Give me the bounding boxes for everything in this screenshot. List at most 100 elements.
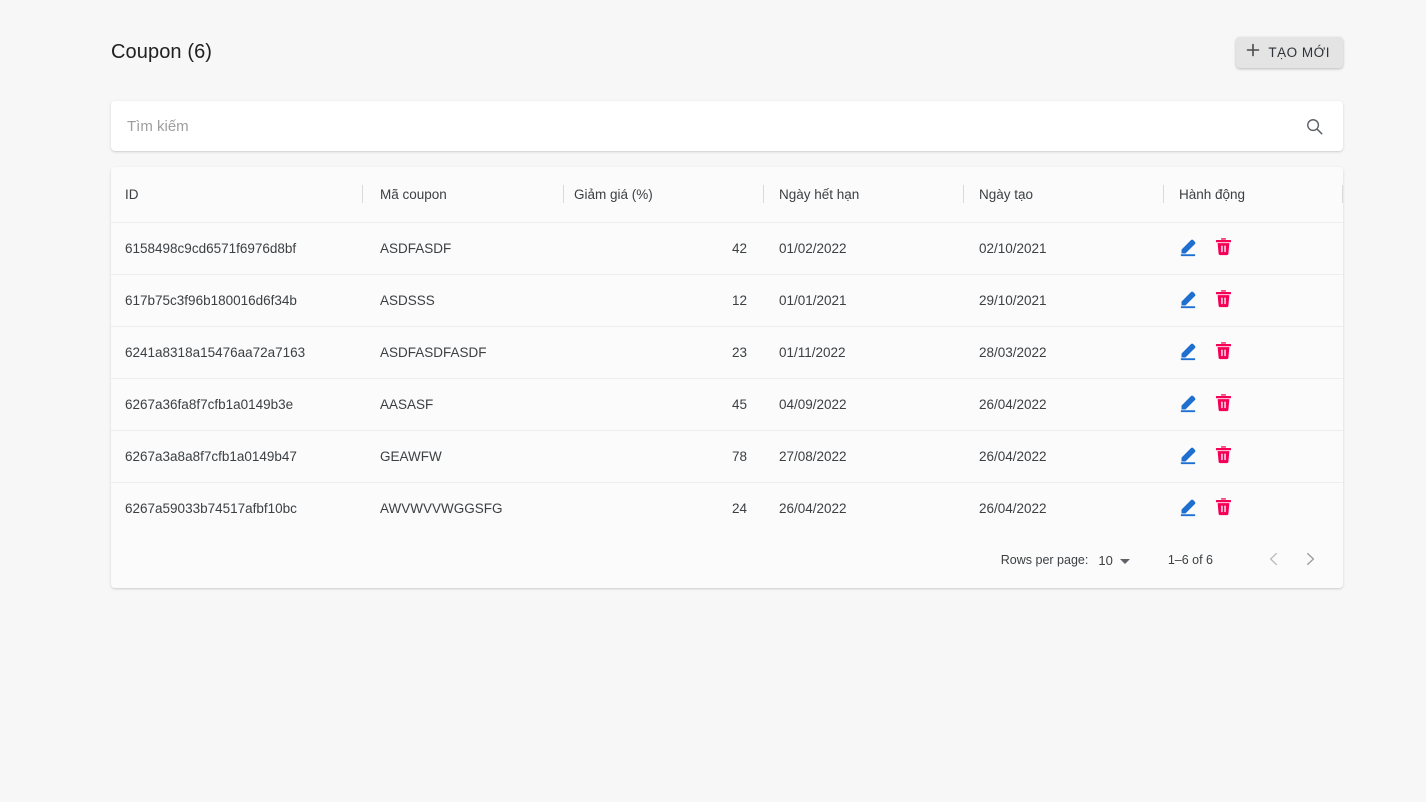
cell-code: ASDSSS xyxy=(363,274,564,326)
cell-discount: 24 xyxy=(564,482,764,534)
cell-id: 617b75c3f96b180016d6f34b xyxy=(111,274,363,326)
cell-expiry: 26/04/2022 xyxy=(764,482,964,534)
column-header-id[interactable]: ID xyxy=(111,167,363,222)
cell-discount: 12 xyxy=(564,274,764,326)
cell-actions xyxy=(1164,274,1343,326)
search-bar xyxy=(111,101,1343,151)
next-page-button[interactable] xyxy=(1295,545,1325,575)
chevron-down-icon xyxy=(1120,559,1130,564)
column-header-discount-label: Giảm giá (%) xyxy=(574,187,653,202)
trash-delete-icon xyxy=(1213,340,1234,364)
column-header-expiry-label: Ngày hết hạn xyxy=(779,187,859,202)
create-new-button-label: TẠO MỚI xyxy=(1268,45,1330,60)
column-header-code-label: Mã coupon xyxy=(380,187,447,202)
column-header-created-label: Ngày tạo xyxy=(979,187,1033,202)
column-header-actions[interactable]: Hành động xyxy=(1164,167,1343,222)
coupon-table: ID Mã coupon Giảm giá (%) Ngày hết hạn xyxy=(111,167,1343,535)
row-action-group xyxy=(1175,391,1333,417)
cell-actions xyxy=(1164,222,1343,274)
cell-created: 29/10/2021 xyxy=(964,274,1164,326)
delete-row-button[interactable] xyxy=(1210,235,1236,261)
cell-created: 02/10/2021 xyxy=(964,222,1164,274)
cell-discount: 78 xyxy=(564,430,764,482)
rows-per-page-label: Rows per page: xyxy=(1001,553,1089,567)
cell-code: GEAWFW xyxy=(363,430,564,482)
row-action-group xyxy=(1175,235,1333,261)
table-body: 6158498c9cd6571f6976d8bfASDFASDF4201/02/… xyxy=(111,222,1343,534)
edit-row-button[interactable] xyxy=(1175,235,1201,261)
cell-actions xyxy=(1164,378,1343,430)
row-action-group xyxy=(1175,495,1333,521)
row-action-group xyxy=(1175,443,1333,469)
column-divider xyxy=(1342,185,1343,203)
column-header-discount[interactable]: Giảm giá (%) xyxy=(564,167,764,222)
cell-code: ASDFASDFASDF xyxy=(363,326,564,378)
pencil-edit-icon xyxy=(1178,496,1199,520)
search-input[interactable] xyxy=(127,118,1303,135)
delete-row-button[interactable] xyxy=(1210,339,1236,365)
column-header-id-label: ID xyxy=(125,187,139,202)
rows-per-page-value: 10 xyxy=(1098,553,1112,568)
cell-code: AASASF xyxy=(363,378,564,430)
edit-row-button[interactable] xyxy=(1175,391,1201,417)
rows-per-page-select[interactable]: 10 xyxy=(1098,553,1129,568)
delete-row-button[interactable] xyxy=(1210,391,1236,417)
table-row: 617b75c3f96b180016d6f34bASDSSS1201/01/20… xyxy=(111,274,1343,326)
cell-id: 6158498c9cd6571f6976d8bf xyxy=(111,222,363,274)
table-header: ID Mã coupon Giảm giá (%) Ngày hết hạn xyxy=(111,167,1343,222)
delete-row-button[interactable] xyxy=(1210,287,1236,313)
table-row: 6241a8318a15476aa72a7163ASDFASDFASDF2301… xyxy=(111,326,1343,378)
cell-created: 26/04/2022 xyxy=(964,482,1164,534)
edit-row-button[interactable] xyxy=(1175,443,1201,469)
cell-expiry: 01/11/2022 xyxy=(764,326,964,378)
cell-discount: 42 xyxy=(564,222,764,274)
cell-expiry: 04/09/2022 xyxy=(764,378,964,430)
pagination-bar: Rows per page: 10 1–6 of 6 xyxy=(111,532,1343,588)
table-header-row: ID Mã coupon Giảm giá (%) Ngày hết hạn xyxy=(111,167,1343,222)
coupon-page: Coupon (6) TẠO MỚI ID xyxy=(0,0,1426,802)
previous-page-button[interactable] xyxy=(1259,545,1289,575)
trash-delete-icon xyxy=(1213,444,1234,468)
column-header-created[interactable]: Ngày tạo xyxy=(964,167,1164,222)
cell-id: 6267a59033b74517afbf10bc xyxy=(111,482,363,534)
trash-delete-icon xyxy=(1213,288,1234,312)
pencil-edit-icon xyxy=(1178,340,1199,364)
cell-actions xyxy=(1164,482,1343,534)
delete-row-button[interactable] xyxy=(1210,443,1236,469)
cell-expiry: 27/08/2022 xyxy=(764,430,964,482)
page-header: Coupon (6) TẠO MỚI xyxy=(111,24,1343,80)
trash-delete-icon xyxy=(1213,496,1234,520)
cell-code: AWVWVVWGGSFG xyxy=(363,482,564,534)
edit-row-button[interactable] xyxy=(1175,495,1201,521)
table-row: 6267a36fa8f7cfb1a0149b3eAASASF4504/09/20… xyxy=(111,378,1343,430)
edit-row-button[interactable] xyxy=(1175,287,1201,313)
cell-expiry: 01/02/2022 xyxy=(764,222,964,274)
cell-created: 26/04/2022 xyxy=(964,378,1164,430)
cell-id: 6241a8318a15476aa72a7163 xyxy=(111,326,363,378)
cell-expiry: 01/01/2021 xyxy=(764,274,964,326)
cell-actions xyxy=(1164,430,1343,482)
delete-row-button[interactable] xyxy=(1210,495,1236,521)
row-action-group xyxy=(1175,287,1333,313)
trash-delete-icon xyxy=(1213,392,1234,416)
table-row: 6158498c9cd6571f6976d8bfASDFASDF4201/02/… xyxy=(111,222,1343,274)
edit-row-button[interactable] xyxy=(1175,339,1201,365)
pagination-range-label: 1–6 of 6 xyxy=(1168,553,1213,567)
cell-discount: 45 xyxy=(564,378,764,430)
cell-created: 28/03/2022 xyxy=(964,326,1164,378)
chevron-right-icon xyxy=(1301,550,1319,571)
search-icon[interactable] xyxy=(1303,115,1325,137)
trash-delete-icon xyxy=(1213,236,1234,260)
pencil-edit-icon xyxy=(1178,236,1199,260)
column-header-actions-label: Hành động xyxy=(1179,187,1245,202)
column-header-code[interactable]: Mã coupon xyxy=(363,167,564,222)
cell-id: 6267a3a8a8f7cfb1a0149b47 xyxy=(111,430,363,482)
cell-discount: 23 xyxy=(564,326,764,378)
create-new-button[interactable]: TẠO MỚI xyxy=(1236,37,1343,68)
column-header-expiry[interactable]: Ngày hết hạn xyxy=(764,167,964,222)
coupon-table-card: ID Mã coupon Giảm giá (%) Ngày hết hạn xyxy=(111,167,1343,588)
table-row: 6267a59033b74517afbf10bcAWVWVVWGGSFG2426… xyxy=(111,482,1343,534)
chevron-left-icon xyxy=(1265,550,1283,571)
cell-id: 6267a36fa8f7cfb1a0149b3e xyxy=(111,378,363,430)
pencil-edit-icon xyxy=(1178,288,1199,312)
